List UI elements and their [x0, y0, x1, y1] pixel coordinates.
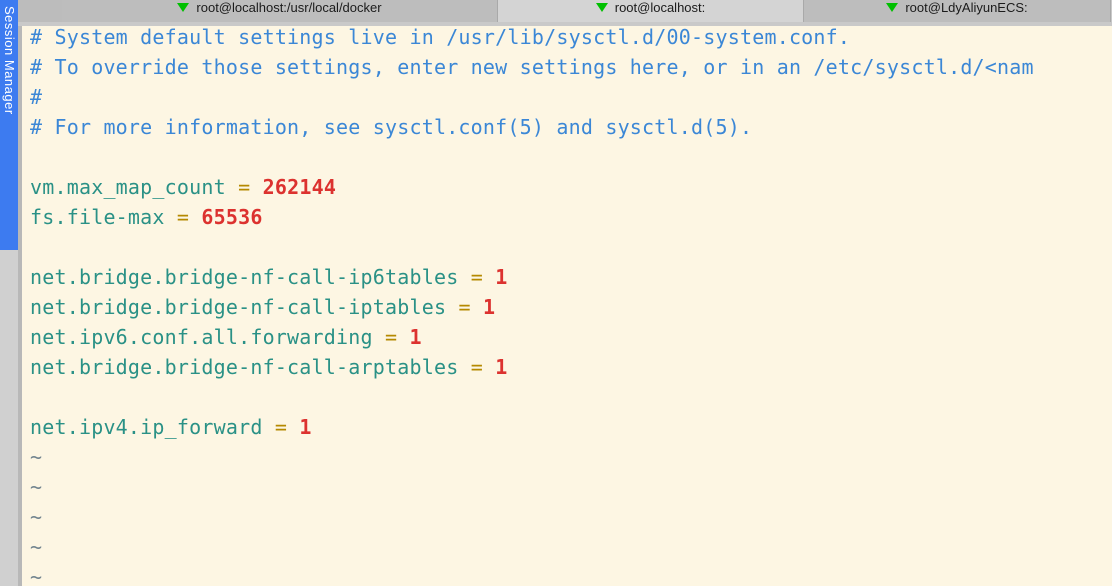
setting-equals: = — [458, 295, 471, 319]
editor-comment-line: # — [22, 82, 1112, 112]
editor-setting-line: net.bridge.bridge-nf-call-arptables = 1 — [22, 352, 1112, 382]
tab-label: root@LdyAliyunECS: — [905, 0, 1028, 15]
tilde-marker: ~ — [30, 505, 43, 529]
tab-label: root@localhost: — [614, 0, 706, 15]
comment-text: # — [30, 85, 43, 109]
tab-bar: root@localhost:/usr/local/docker root@lo… — [0, 0, 1112, 22]
terminal-window: root@localhost:/usr/local/docker root@lo… — [0, 0, 1112, 586]
editor-empty-line-marker: ~ — [22, 562, 1112, 586]
setting-equals: = — [470, 265, 483, 289]
setting-equals: = — [274, 415, 288, 439]
green-triangle-icon — [595, 2, 608, 12]
tilde-marker: ~ — [30, 445, 43, 469]
setting-equals: = — [238, 175, 251, 199]
setting-equals: = — [385, 325, 398, 349]
comment-text: # To override those settings, enter new … — [30, 55, 1034, 79]
green-triangle-icon — [886, 2, 899, 12]
editor-empty-line-marker: ~ — [22, 532, 1112, 562]
editor-blank-line — [22, 382, 1112, 412]
terminal-viewport[interactable]: # System default settings live in /usr/l… — [22, 22, 1112, 586]
comment-text: # System default settings live in /usr/l… — [30, 25, 851, 49]
setting-value: 65536 — [201, 205, 263, 229]
tabbar-underline — [0, 22, 1112, 26]
tab-root-localhost-usr-local-docker[interactable]: root@localhost:/usr/local/docker — [62, 0, 498, 22]
tilde-marker: ~ — [30, 475, 43, 499]
setting-value: 1 — [299, 415, 312, 439]
setting-equals: = — [470, 355, 483, 379]
left-dock: Session Manager — [0, 0, 18, 586]
tab-root-localhost[interactable]: root@localhost: — [498, 0, 804, 22]
editor-empty-line-marker: ~ — [22, 472, 1112, 502]
setting-equals: = — [176, 205, 190, 229]
green-triangle-icon — [177, 2, 190, 12]
tilde-marker: ~ — [30, 565, 43, 586]
editor-blank-line — [22, 142, 1112, 172]
editor-setting-line: net.ipv4.ip_forward = 1 — [22, 412, 1112, 442]
setting-key: net.ipv6.conf.all.forwarding — [30, 325, 373, 349]
setting-value: 1 — [482, 295, 496, 319]
editor-empty-line-marker: ~ — [22, 442, 1112, 472]
setting-key: net.ipv4.ip_forward — [30, 415, 263, 439]
setting-key: net.bridge.bridge-nf-call-arptables — [30, 355, 459, 379]
editor-blank-line — [22, 232, 1112, 262]
tab-label: root@localhost:/usr/local/docker — [196, 0, 382, 15]
editor-setting-line: vm.max_map_count = 262144 — [22, 172, 1112, 202]
editor-setting-line: net.bridge.bridge-nf-call-iptables = 1 — [22, 292, 1112, 322]
editor-setting-line: fs.file-max = 65536 — [22, 202, 1112, 232]
tilde-marker: ~ — [30, 535, 43, 559]
setting-value: 1 — [409, 325, 422, 349]
session-manager-label: Session Manager — [2, 6, 17, 115]
setting-value: 262144 — [262, 175, 337, 199]
setting-key: net.bridge.bridge-nf-call-iptables — [30, 295, 447, 319]
editor-setting-line: net.bridge.bridge-nf-call-ip6tables = 1 — [22, 262, 1112, 292]
dock-terminal-divider — [18, 22, 22, 586]
editor-setting-line: net.ipv6.conf.all.forwarding = 1 — [22, 322, 1112, 352]
editor-comment-line: # To override those settings, enter new … — [22, 52, 1112, 82]
editor-comment-line: # For more information, see sysctl.conf(… — [22, 112, 1112, 142]
editor-buffer[interactable]: # System default settings live in /usr/l… — [22, 22, 1112, 586]
setting-value: 1 — [495, 265, 508, 289]
setting-key: net.bridge.bridge-nf-call-ip6tables — [30, 265, 459, 289]
editor-comment-line: # System default settings live in /usr/l… — [22, 22, 1112, 52]
setting-value: 1 — [495, 355, 508, 379]
comment-text: # For more information, see sysctl.conf(… — [30, 115, 753, 139]
editor-empty-line-marker: ~ — [22, 502, 1112, 532]
sidebar-item-session-manager[interactable]: Session Manager — [0, 0, 18, 250]
setting-key: fs.file-max — [30, 205, 165, 229]
setting-key: vm.max_map_count — [30, 175, 226, 199]
tab-root-ldyaliyunecs[interactable]: root@LdyAliyunECS: — [804, 0, 1111, 22]
